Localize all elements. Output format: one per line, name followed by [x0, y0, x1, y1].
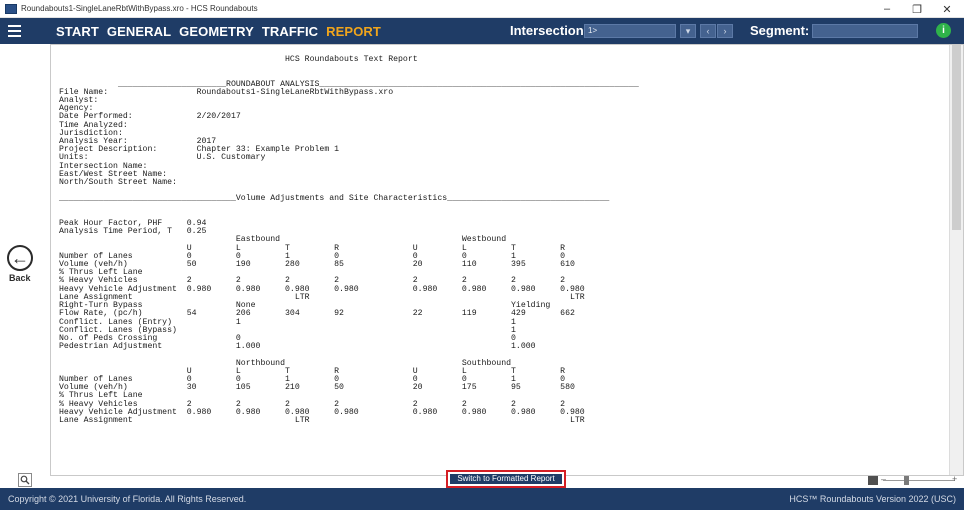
restore-button[interactable]: ❐	[902, 0, 932, 18]
switch-button-label: Switch to Formatted Report	[450, 474, 562, 484]
minimize-button[interactable]: –	[872, 0, 902, 18]
report-text: HCS Roundabouts Text Report ____________…	[59, 55, 639, 425]
previous-intersection-icon[interactable]: ‹	[700, 24, 716, 38]
zoom-slider-handle[interactable]	[904, 476, 909, 485]
hamburger-menu-icon[interactable]	[0, 18, 28, 44]
back-label[interactable]: Back	[9, 273, 31, 283]
menu-bar: START GENERAL GEOMETRY TRAFFIC REPORT In…	[0, 18, 964, 44]
app-logo-icon	[5, 3, 17, 14]
report-frame: HCS Roundabouts Text Report ____________…	[50, 44, 964, 476]
intersection-label: Intersection:	[510, 23, 589, 38]
text-report: HCS Roundabouts Text Report ____________…	[51, 45, 949, 475]
switch-to-formatted-report-button[interactable]: Switch to Formatted Report	[446, 470, 566, 488]
segment-select[interactable]	[812, 24, 918, 38]
close-button[interactable]: ✕	[932, 0, 962, 18]
report-scrollbar[interactable]	[949, 45, 963, 475]
segment-label: Segment:	[750, 23, 810, 38]
scrollbar-thumb[interactable]	[952, 45, 961, 230]
page-layout-icon[interactable]	[868, 476, 878, 485]
menu-geometry[interactable]: GEOMETRY	[179, 24, 254, 39]
back-panel: ← Back	[0, 44, 50, 488]
zoom-in-icon[interactable]: +	[952, 474, 957, 484]
dropdown-toggle-icon[interactable]: ▾	[680, 24, 696, 38]
menu-general[interactable]: GENERAL	[107, 24, 171, 39]
status-bar: Copyright © 2021 University of Florida. …	[0, 488, 964, 510]
copyright-text: Copyright © 2021 University of Florida. …	[8, 494, 247, 504]
title-bar: Roundabouts1-SingleLaneRbtWithBypass.xro…	[0, 0, 964, 18]
intersection-select[interactable]: 1>	[584, 24, 676, 38]
menu-report[interactable]: REPORT	[326, 24, 381, 39]
menu-start[interactable]: START	[56, 24, 99, 39]
back-arrow-icon[interactable]: ←	[7, 245, 33, 271]
window-title: Roundabouts1-SingleLaneRbtWithBypass.xro…	[21, 4, 258, 13]
zoom-out-icon[interactable]: –	[881, 474, 886, 484]
next-intersection-icon[interactable]: ›	[717, 24, 733, 38]
zoom-slider-track[interactable]	[883, 480, 955, 481]
hcs-roundabouts-window: Roundabouts1-SingleLaneRbtWithBypass.xro…	[0, 0, 964, 510]
menu-traffic[interactable]: TRAFFIC	[262, 24, 318, 39]
version-text: HCS™ Roundabouts Version 2022 (USC)	[789, 494, 956, 504]
info-icon[interactable]: i	[936, 23, 951, 38]
search-icon[interactable]	[18, 473, 32, 487]
